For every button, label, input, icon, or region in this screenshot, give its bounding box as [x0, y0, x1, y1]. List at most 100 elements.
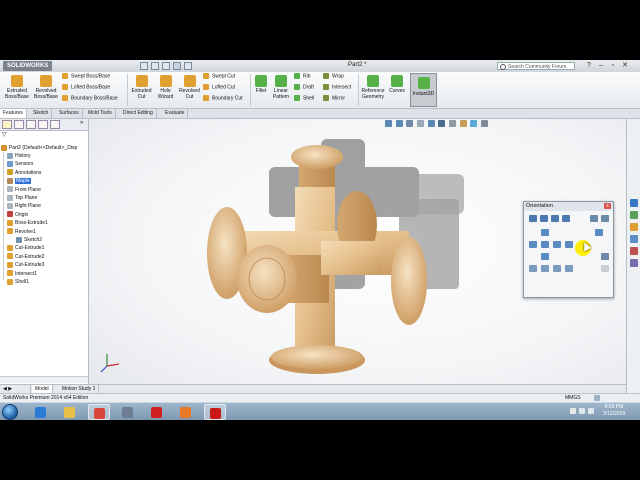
- swept-boss-button[interactable]: Swept Boss/Base: [62, 73, 110, 80]
- bottom-view-icon[interactable]: [541, 253, 549, 260]
- lofted-cut-button[interactable]: Lofted Cut: [203, 84, 235, 91]
- tab-surfaces[interactable]: Surfaces: [56, 109, 83, 118]
- filter-icon[interactable]: ▽: [2, 131, 7, 138]
- firefox-taskbar-button[interactable]: [175, 404, 197, 420]
- custom-properties-icon[interactable]: [630, 259, 638, 267]
- view-palette-icon[interactable]: [630, 235, 638, 243]
- tree-item[interactable]: Front Plane: [7, 186, 41, 194]
- property-manager-tab[interactable]: [14, 120, 24, 129]
- design-library-icon[interactable]: [630, 211, 638, 219]
- help-icon[interactable]: ?: [584, 61, 594, 70]
- mirror-button[interactable]: Mirror: [323, 95, 345, 102]
- minimize-button[interactable]: –: [596, 61, 606, 70]
- tab-model[interactable]: Model: [32, 385, 53, 393]
- tree-item[interactable]: History: [7, 152, 31, 160]
- two-view-vertical-icon[interactable]: [553, 265, 561, 272]
- curves-button[interactable]: Curves: [387, 75, 407, 94]
- link-view-icon[interactable]: [562, 215, 570, 222]
- tab-motion-study-1[interactable]: Motion Study 1: [59, 385, 100, 393]
- screen-recorder-taskbar-button[interactable]: [117, 404, 139, 420]
- search-input[interactable]: Search Community Forum: [497, 62, 575, 70]
- tree-item[interactable]: Top Plane: [7, 194, 37, 202]
- solidworks-2-taskbar-button[interactable]: [204, 404, 226, 420]
- extruded-boss-button[interactable]: Extruded Boss/Base: [3, 75, 31, 100]
- start-button[interactable]: [2, 404, 18, 420]
- rib-button[interactable]: Rib: [294, 73, 311, 80]
- close-button[interactable]: ✕: [620, 61, 630, 70]
- tray-flag-icon[interactable]: [570, 408, 576, 414]
- update-view-icon[interactable]: [540, 215, 548, 222]
- tree-item[interactable]: Intersect1: [7, 270, 37, 278]
- close-icon[interactable]: x: [604, 203, 611, 209]
- back-view-icon[interactable]: [565, 241, 573, 248]
- tab-features[interactable]: Features: [0, 109, 27, 118]
- tree-item[interactable]: Cut-Extrude2: [7, 253, 44, 261]
- left-view-icon[interactable]: [529, 241, 537, 248]
- feature-manager-tab[interactable]: [2, 120, 12, 129]
- settings-icon[interactable]: [601, 265, 609, 272]
- reference-geometry-button[interactable]: Reference Geometry: [360, 75, 386, 100]
- revolved-cut-button[interactable]: Revolved Cut: [177, 75, 202, 100]
- tree-item[interactable]: Sensors: [7, 160, 33, 168]
- tree-item[interactable]: Origin: [7, 211, 28, 219]
- linear-pattern-button[interactable]: Linear Pattern: [270, 75, 292, 100]
- rebuild-status-icon[interactable]: [594, 395, 600, 401]
- tree-item[interactable]: Right Plane: [7, 202, 41, 210]
- lofted-boss-button[interactable]: Lofted Boss/Base: [62, 84, 110, 91]
- extruded-cut-button[interactable]: Extruded Cut: [129, 75, 154, 100]
- display-manager-tab[interactable]: [50, 120, 60, 129]
- top-view-icon[interactable]: [541, 229, 549, 236]
- wrap-button[interactable]: Wrap: [323, 73, 344, 80]
- tab-sketch[interactable]: Sketch: [30, 109, 53, 118]
- right-view-icon[interactable]: [553, 241, 561, 248]
- tree-item[interactable]: Boss-Extrude1: [7, 219, 48, 227]
- file-explorer-icon[interactable]: [630, 223, 638, 231]
- tree-item[interactable]: Cut-Extrude1: [7, 244, 44, 252]
- expand-panel-icon[interactable]: »: [80, 120, 83, 126]
- internet-explorer-taskbar-button[interactable]: [30, 404, 52, 420]
- solidworks-taskbar-button[interactable]: [146, 404, 168, 420]
- restore-button[interactable]: ▫: [608, 61, 618, 70]
- two-view-horizontal-icon[interactable]: [541, 265, 549, 272]
- scroll-arrows[interactable]: ◀ ▶: [0, 385, 31, 393]
- revolved-boss-button[interactable]: Revolved Boss/Base: [32, 75, 60, 100]
- boundary-boss-button[interactable]: Boundary Boss/Base: [62, 95, 118, 102]
- four-view-icon[interactable]: [565, 265, 573, 272]
- new-view-icon[interactable]: [529, 215, 537, 222]
- single-view-icon[interactable]: [529, 265, 537, 272]
- options-gear-icon[interactable]: [184, 62, 192, 70]
- tree-item[interactable]: Revolve1: [7, 228, 36, 236]
- tree-item[interactable]: Annotations: [7, 169, 41, 177]
- tree-item[interactable]: Shell1: [7, 278, 29, 286]
- solidworks-resources-icon[interactable]: [630, 199, 638, 207]
- intersect-button[interactable]: Intersect: [323, 84, 351, 91]
- front-view-icon[interactable]: [541, 241, 549, 248]
- appearances-icon[interactable]: [630, 247, 638, 255]
- chrome-taskbar-button[interactable]: [88, 404, 110, 420]
- network-icon[interactable]: [579, 408, 585, 414]
- fillet-button[interactable]: Fillet: [252, 75, 270, 94]
- normal-to-icon[interactable]: [601, 253, 609, 260]
- tree-root-part[interactable]: Part2 (Default<<Default>_Disp: [1, 144, 77, 152]
- open-file-icon[interactable]: [151, 62, 159, 70]
- instant3d-button[interactable]: Instant3D: [410, 73, 437, 107]
- panel-scrollbar[interactable]: [0, 376, 88, 383]
- file-explorer-taskbar-button[interactable]: [59, 404, 81, 420]
- solidworks-logo[interactable]: SOLIDWORKS: [3, 61, 53, 71]
- configuration-manager-tab[interactable]: [26, 120, 36, 129]
- shell-button[interactable]: Shell: [294, 95, 314, 102]
- draft-button[interactable]: Draft: [294, 84, 314, 91]
- swept-cut-button[interactable]: Swept Cut: [203, 73, 235, 80]
- isometric-small-icon[interactable]: [595, 229, 603, 236]
- select-arrow-icon[interactable]: [173, 62, 181, 70]
- boundary-cut-button[interactable]: Boundary Cut: [203, 95, 243, 102]
- tree-item[interactable]: Cut-Extrude3: [7, 261, 44, 269]
- hole-wizard-button[interactable]: Hole Wizard: [154, 75, 177, 100]
- volume-icon[interactable]: [588, 408, 594, 414]
- tab-evaluate[interactable]: Evaluate: [162, 109, 189, 118]
- new-file-icon[interactable]: [140, 62, 148, 70]
- tab-direct-editing[interactable]: Direct Editing: [120, 109, 157, 118]
- save-icon[interactable]: [162, 62, 170, 70]
- pin-icon[interactable]: [590, 215, 598, 222]
- dimxpert-tab[interactable]: [38, 120, 48, 129]
